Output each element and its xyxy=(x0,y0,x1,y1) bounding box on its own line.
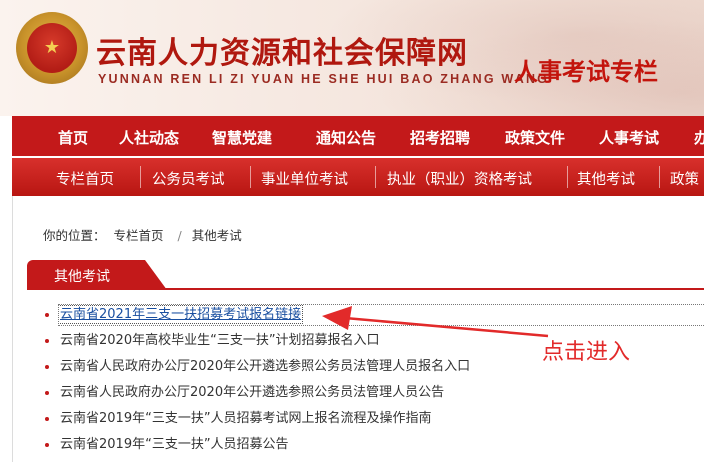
nav-item-hr-news[interactable]: 人社动态 xyxy=(119,127,179,148)
sub-nav-item-civil-service-exam[interactable]: 公务员考试 xyxy=(152,168,225,189)
sub-nav-divider xyxy=(375,166,376,188)
nav-item-notices[interactable]: 通知公告 xyxy=(316,127,376,148)
main-nav: 首页 人社动态 智慧党建 通知公告 招考招聘 政策文件 人事考试 办 xyxy=(12,116,704,156)
news-list: 云南省2021年三支一扶招募考试报名链接 云南省2020年高校毕业生“三支一扶”… xyxy=(27,302,704,458)
sub-nav-item-column-home[interactable]: 专栏首页 xyxy=(56,168,114,189)
news-link[interactable]: 云南省人民政府办公厅2020年公开遴选参照公务员法管理人员公告 xyxy=(60,385,444,400)
nav-item-policy-documents[interactable]: 政策文件 xyxy=(505,127,565,148)
sub-nav-item-other-exams[interactable]: 其他考试 xyxy=(577,168,635,189)
news-item[interactable]: 云南省人民政府办公厅2020年公开遴选参照公务员法管理人员公告 xyxy=(27,380,704,406)
emblem-star-icon: ★ xyxy=(27,23,77,73)
breadcrumb-label: 你的位置： xyxy=(43,228,106,243)
content-panel: 你的位置： 专栏首页 / 其他考试 其他考试 云南省2021年三支一扶招募考试报… xyxy=(12,196,704,462)
bullet-icon xyxy=(45,313,49,317)
news-link[interactable]: 云南省2019年“三支一扶”人员招募考试网上报名流程及操作指南 xyxy=(60,411,432,426)
section-header: 其他考试 xyxy=(27,260,704,290)
section-title: 其他考试 xyxy=(27,260,167,290)
bullet-icon xyxy=(45,417,49,421)
sub-nav-divider xyxy=(659,166,660,188)
bullet-icon xyxy=(45,365,49,369)
breadcrumb: 你的位置： 专栏首页 / 其他考试 xyxy=(43,225,246,244)
sub-nav-item-qualification-exam[interactable]: 执业（职业）资格考试 xyxy=(387,168,532,189)
nav-item-personnel-exams[interactable]: 人事考试 xyxy=(599,127,659,148)
bullet-icon xyxy=(45,443,49,447)
focus-outline xyxy=(58,304,704,326)
breadcrumb-current: 其他考试 xyxy=(191,228,242,243)
news-item[interactable]: 云南省2019年“三支一扶”人员招募考试网上报名流程及操作指南 xyxy=(27,406,704,432)
news-link[interactable]: 云南省2020年高校毕业生“三支一扶”计划招募报名入口 xyxy=(60,333,380,348)
nav-item-recruitment[interactable]: 招考招聘 xyxy=(410,127,470,148)
site-subtitle: YUNNAN REN LI ZI YUAN HE SHE HUI BAO ZHA… xyxy=(98,72,550,86)
sub-nav-item-public-institution-exam[interactable]: 事业单位考试 xyxy=(261,168,348,189)
breadcrumb-home-link[interactable]: 专栏首页 xyxy=(114,228,164,243)
national-emblem-icon[interactable]: ★ xyxy=(16,12,88,84)
news-item[interactable]: 云南省2019年“三支一扶”人员招募公告 xyxy=(27,432,704,458)
news-link[interactable]: 云南省人民政府办公厅2020年公开遴选参照公务员法管理人员报名入口 xyxy=(60,359,470,374)
nav-item-truncated[interactable]: 办 xyxy=(694,127,704,148)
sub-nav-divider xyxy=(567,166,568,188)
sub-nav-item-truncated[interactable]: 政策 xyxy=(670,168,699,189)
nav-item-home[interactable]: 首页 xyxy=(58,127,88,148)
sub-nav-divider xyxy=(250,166,251,188)
news-link[interactable]: 云南省2019年“三支一扶”人员招募公告 xyxy=(60,437,289,452)
breadcrumb-separator: / xyxy=(177,228,182,243)
sub-nav-divider xyxy=(140,166,141,188)
sub-nav: 专栏首页 公务员考试 事业单位考试 执业（职业）资格考试 其他考试 政策 xyxy=(12,158,704,196)
nav-item-party-building[interactable]: 智慧党建 xyxy=(212,127,272,148)
site-header: ★ 云南人力资源和社会保障网 YUNNAN REN LI ZI YUAN HE … xyxy=(0,0,704,116)
annotation-label: 点击进入 xyxy=(542,340,631,365)
site-title[interactable]: 云南人力资源和社会保障网 xyxy=(96,28,468,72)
news-item-highlighted[interactable]: 云南省2021年三支一扶招募考试报名链接 xyxy=(27,302,704,328)
bullet-icon xyxy=(45,339,49,343)
bullet-icon xyxy=(45,391,49,395)
column-title: 人事考试专栏 xyxy=(514,57,658,86)
